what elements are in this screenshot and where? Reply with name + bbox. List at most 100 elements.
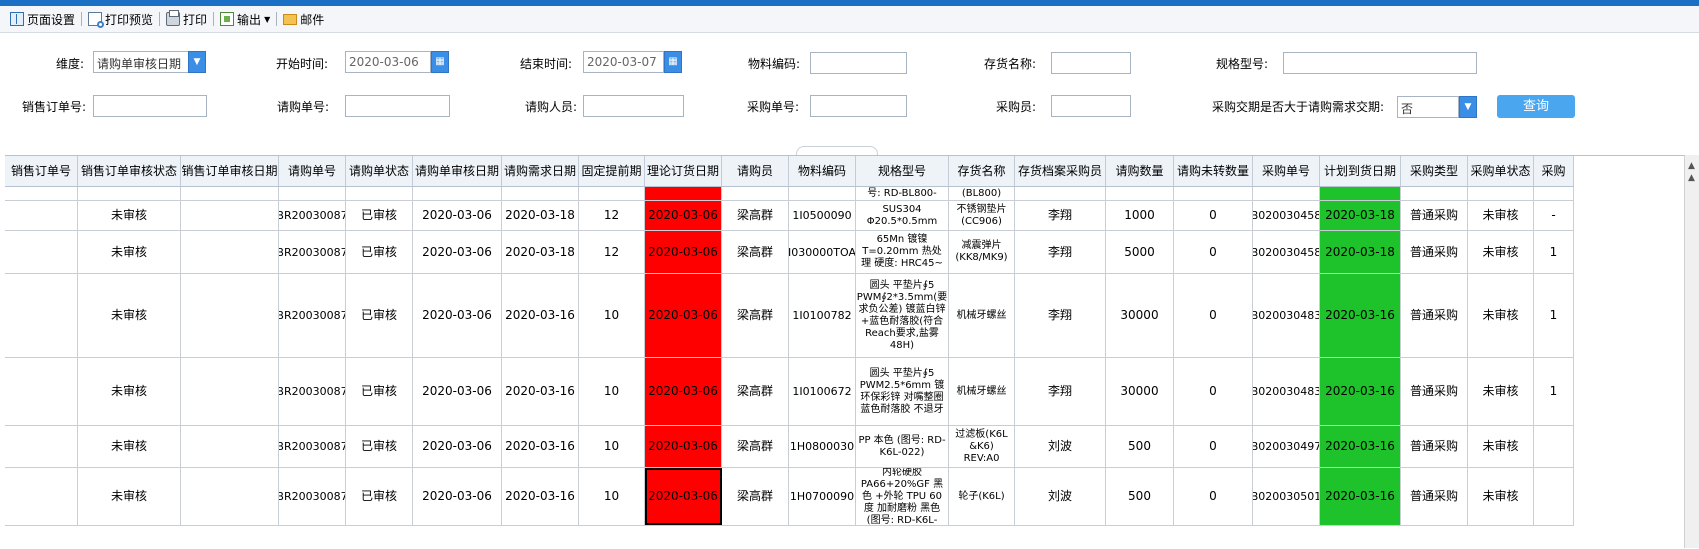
cell-material-code[interactable]: 1I0100782 bbox=[789, 274, 856, 357]
cell-sales-order-date[interactable] bbox=[181, 274, 279, 357]
header-material-code[interactable]: 物料编码 bbox=[789, 156, 856, 186]
cell-plan-arrival-date[interactable]: 2020-03-16 bbox=[1320, 358, 1401, 425]
cell-archive-buyer[interactable]: 刘波 bbox=[1015, 468, 1106, 525]
table-row[interactable]: 未审核 BR20030087 已审核 2020-03-06 2020-03-18 12 20… bbox=[5, 231, 1574, 274]
cell-sales-order-status[interactable]: 未审核 bbox=[78, 358, 181, 425]
cell-requisition-date[interactable]: 2020-03-06 bbox=[413, 468, 502, 525]
cell-quantity[interactable]: 30000 bbox=[1106, 358, 1174, 425]
cell-purchase-no[interactable]: B020030458 bbox=[1253, 231, 1320, 273]
header-plan-arrival-date[interactable]: 计划到货日期 bbox=[1320, 156, 1401, 186]
cell-purchase-extra[interactable] bbox=[1534, 426, 1574, 467]
cell-inventory-name[interactable]: 过滤板(K6L &K6) REV:A0 bbox=[949, 426, 1015, 467]
cell-archive-buyer[interactable]: 李翔 bbox=[1015, 201, 1106, 230]
header-theory-order-date[interactable]: 理论订货日期 bbox=[645, 156, 722, 186]
cell-need-date[interactable]: 2020-03-16 bbox=[502, 274, 579, 357]
cell-lead-time[interactable]: 10 bbox=[579, 426, 645, 467]
cell-material-code[interactable]: 1I0100672 bbox=[789, 358, 856, 425]
vertical-scrollbar[interactable]: ▲ ▲ bbox=[1684, 155, 1699, 548]
cell-theory-order-date[interactable]: 2020-03-06 bbox=[645, 358, 722, 425]
cell-inventory-name[interactable]: 机械牙螺丝 bbox=[949, 274, 1015, 357]
cell-archive-buyer[interactable]: 刘波 bbox=[1015, 426, 1106, 467]
start-date-input[interactable]: 2020-03-06 bbox=[345, 51, 431, 73]
cell-lead-time[interactable]: 12 bbox=[579, 201, 645, 230]
cell-requisition-no[interactable]: BR20030087 bbox=[279, 274, 346, 357]
cell-requisition-date[interactable]: 2020-03-06 bbox=[413, 201, 502, 230]
cell-purchase-type[interactable]: 普通采购 bbox=[1401, 274, 1468, 357]
cell-purchase-status[interactable]: 未审核 bbox=[1468, 274, 1534, 357]
cell-unconverted-qty[interactable]: 0 bbox=[1174, 426, 1253, 467]
cell-sales-order[interactable] bbox=[5, 358, 78, 425]
cell-purchase-no[interactable]: B020030483 bbox=[1253, 274, 1320, 357]
cell-purchase-status[interactable]: 未审核 bbox=[1468, 426, 1534, 467]
cell-purchase-type[interactable]: 普通采购 bbox=[1401, 231, 1468, 273]
cell-quantity[interactable]: 5000 bbox=[1106, 231, 1174, 273]
table-row[interactable]: 未审核 BR20030087 已审核 2020-03-06 2020-03-16 10 20… bbox=[5, 468, 1574, 526]
cell-material-code[interactable]: 1H0800030 bbox=[789, 426, 856, 467]
cell-unconverted-qty[interactable]: 0 bbox=[1174, 468, 1253, 525]
start-calendar-icon[interactable]: ▦ bbox=[431, 51, 449, 73]
cell-lead-time[interactable]: 10 bbox=[579, 468, 645, 525]
cell-theory-order-date[interactable]: 2020-03-06 bbox=[645, 426, 722, 467]
cell-spec[interactable]: 圆头 平垫片∮5 PWM2.5*6mm 镀环保彩锌 对嘴整圈蓝色耐落胶 不退牙 bbox=[856, 358, 949, 425]
cell-plan-arrival-date[interactable]: 2020-03-16 bbox=[1320, 468, 1401, 525]
print-preview-button[interactable]: 打印预览 bbox=[82, 9, 159, 29]
cell-plan-arrival-date[interactable]: 2020-03-18 bbox=[1320, 201, 1401, 230]
cell-sales-order-status[interactable]: 未审核 bbox=[78, 231, 181, 273]
cell-purchase-type[interactable]: 普通采购 bbox=[1401, 358, 1468, 425]
cell-quantity[interactable]: 30000 bbox=[1106, 274, 1174, 357]
cell-requisition-date[interactable]: 2020-03-06 bbox=[413, 274, 502, 357]
header-need-date[interactable]: 请购需求日期 bbox=[502, 156, 579, 186]
cell-quantity[interactable]: 500 bbox=[1106, 426, 1174, 467]
table-row[interactable]: 未审核 BR20030087 已审核 2020-03-06 2020-03-16 10 20… bbox=[5, 274, 1574, 358]
cell-theory-order-date[interactable]: 2020-03-06 bbox=[645, 231, 722, 273]
cell-spec[interactable]: 圆头 平垫片∮5 PWM∮2*3.5mm(要求负公差) 镀蓝白锌+蓝色耐落胶(符… bbox=[856, 274, 949, 357]
cell-unconverted-qty[interactable]: 0 bbox=[1174, 274, 1253, 357]
cell-archive-buyer[interactable]: 李翔 bbox=[1015, 358, 1106, 425]
header-sales-order-status[interactable]: 销售订单审核状态 bbox=[78, 156, 181, 186]
export-button[interactable]: 输出 ▼ bbox=[214, 9, 276, 29]
cell-material-code[interactable]: 1I030000TOA2 bbox=[789, 231, 856, 273]
cell-sales-order[interactable] bbox=[5, 468, 78, 525]
cell-purchase-no[interactable]: B020030483 bbox=[1253, 358, 1320, 425]
mail-button[interactable]: 邮件 bbox=[277, 9, 330, 29]
print-button[interactable]: 打印 bbox=[160, 9, 213, 29]
cell-requisition-no[interactable]: BR20030087 bbox=[279, 426, 346, 467]
cell-need-date[interactable]: 2020-03-18 bbox=[502, 231, 579, 273]
page-setup-button[interactable]: 页面设置 bbox=[4, 9, 81, 29]
cell-sales-order-date[interactable] bbox=[181, 468, 279, 525]
cell-plan-arrival-date[interactable]: 2020-03-16 bbox=[1320, 426, 1401, 467]
cell-sales-order-status[interactable]: 未审核 bbox=[78, 201, 181, 230]
header-inventory-name[interactable]: 存货名称 bbox=[949, 156, 1015, 186]
cell-requisition-status[interactable]: 已审核 bbox=[346, 231, 413, 273]
cell-requester[interactable]: 梁高群 bbox=[722, 274, 789, 357]
cell-quantity[interactable]: 1000 bbox=[1106, 201, 1174, 230]
cell-inventory-name[interactable]: 减震弹片 (KK8/MK9) bbox=[949, 231, 1015, 273]
table-row[interactable]: 未审核 BR20030087 已审核 2020-03-06 2020-03-16 10 20… bbox=[5, 426, 1574, 468]
query-button[interactable]: 查询 bbox=[1497, 95, 1575, 118]
cell-sales-order[interactable] bbox=[5, 201, 78, 230]
header-purchase-no[interactable]: 采购单号 bbox=[1253, 156, 1320, 186]
cell-requisition-date[interactable]: 2020-03-06 bbox=[413, 358, 502, 425]
scroll-up-icon[interactable]: ▲ bbox=[1688, 173, 1695, 183]
header-purchase-type[interactable]: 采购类型 bbox=[1401, 156, 1468, 186]
cell-requisition-date[interactable]: 2020-03-06 bbox=[413, 231, 502, 273]
header-unconverted-qty[interactable]: 请购未转数量 bbox=[1174, 156, 1253, 186]
header-spec[interactable]: 规格型号 bbox=[856, 156, 949, 186]
cell-spec[interactable]: 内轮硬胶 PA66+20%GF 黑色 +外轮 TPU 60度 加耐磨粉 黑色 (… bbox=[856, 468, 949, 525]
cell-material-code[interactable]: 1H0700090 bbox=[789, 468, 856, 525]
cell-lead-time[interactable]: 10 bbox=[579, 358, 645, 425]
cell-sales-order-date[interactable] bbox=[181, 358, 279, 425]
cell-archive-buyer[interactable]: 李翔 bbox=[1015, 231, 1106, 273]
cell-material-code[interactable]: 1I0500090 bbox=[789, 201, 856, 230]
cell-purchase-extra[interactable]: 1 bbox=[1534, 274, 1574, 357]
cell-purchase-type[interactable]: 普通采购 bbox=[1401, 426, 1468, 467]
end-calendar-icon[interactable]: ▦ bbox=[664, 51, 682, 73]
cell-sales-order-date[interactable] bbox=[181, 201, 279, 230]
header-purchase-extra[interactable]: 采购 bbox=[1534, 156, 1574, 186]
cell-purchase-extra[interactable]: 1 bbox=[1534, 231, 1574, 273]
cell-requester[interactable]: 梁高群 bbox=[722, 468, 789, 525]
cell-purchase-status[interactable]: 未审核 bbox=[1468, 468, 1534, 525]
cell-purchase-no[interactable]: B020030458 bbox=[1253, 201, 1320, 230]
cell-need-date[interactable]: 2020-03-16 bbox=[502, 426, 579, 467]
scroll-up-icon[interactable]: ▲ bbox=[1688, 161, 1695, 171]
